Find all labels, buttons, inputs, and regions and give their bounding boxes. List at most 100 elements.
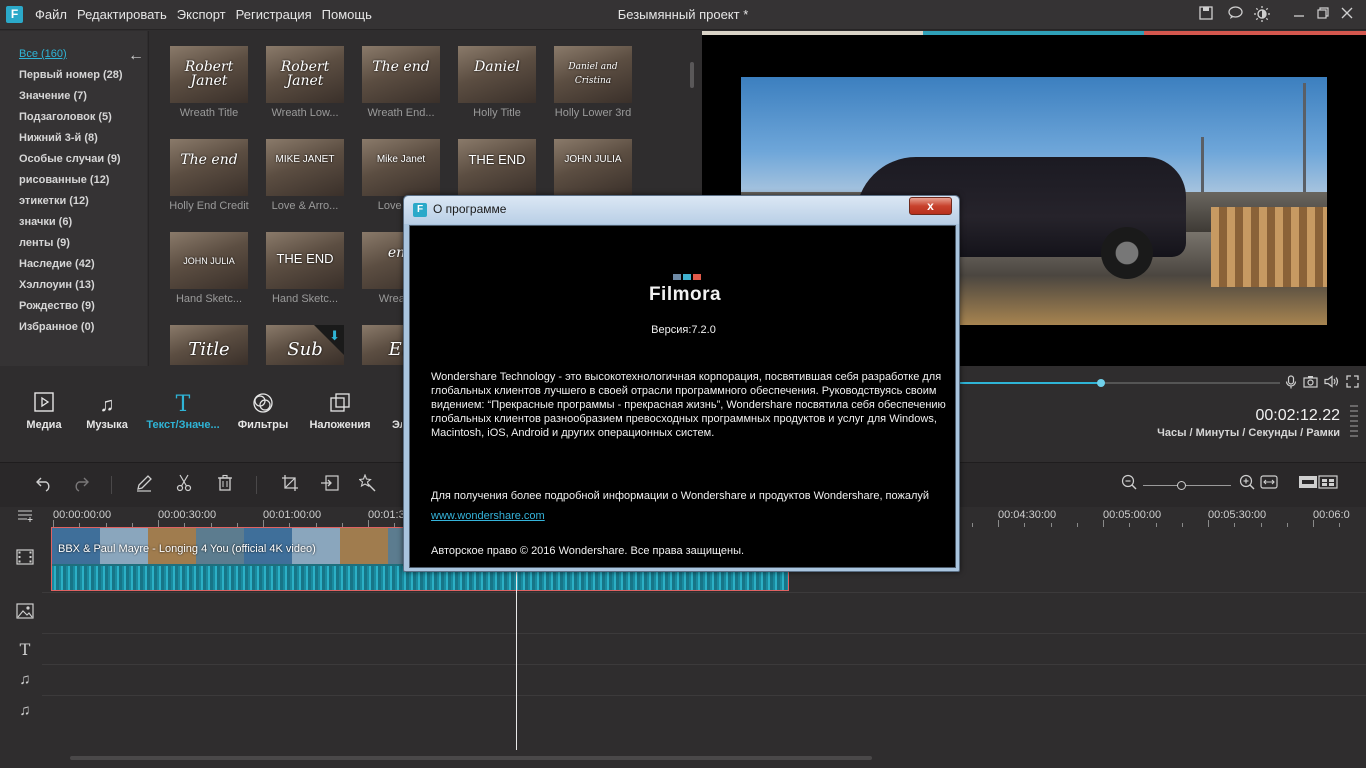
fit-timeline-icon[interactable] bbox=[1258, 474, 1280, 496]
thumbnail-scrollbar[interactable] bbox=[690, 62, 694, 88]
filmora-app-icon: F bbox=[413, 203, 427, 217]
thumbnail-holly-title[interactable]: Daniel bbox=[458, 46, 536, 103]
zoom-slider-track[interactable] bbox=[1143, 485, 1231, 486]
close-icon[interactable] bbox=[1338, 6, 1356, 24]
delete-trash-icon[interactable] bbox=[214, 474, 236, 496]
zoom-in-icon[interactable] bbox=[1236, 474, 1258, 496]
zoom-out-icon[interactable] bbox=[1118, 474, 1140, 496]
category-special-occasions[interactable]: Особые случаи (9) bbox=[19, 153, 121, 165]
music-track-2-icon: ♫ bbox=[19, 702, 31, 719]
panel-resize-handle[interactable] bbox=[1350, 405, 1358, 437]
thumbnail-overlay-text: The end bbox=[180, 152, 238, 168]
menu-edit[interactable]: Редактировать bbox=[72, 0, 172, 30]
ruler-tick-mark bbox=[1129, 523, 1130, 527]
menu-register[interactable]: Регистрация bbox=[231, 0, 317, 30]
volume-icon[interactable] bbox=[1324, 375, 1339, 391]
ruler-tick-mark bbox=[1024, 523, 1025, 527]
thumbnail-john-julia[interactable]: JOHN JULIA bbox=[554, 139, 632, 196]
music-icon: ♫ bbox=[99, 394, 115, 416]
edit-pencil-icon[interactable] bbox=[133, 474, 155, 496]
thumbnail-holly-end-credit[interactable]: The end bbox=[170, 139, 248, 196]
text-icon: T bbox=[175, 392, 191, 417]
menu-bar: Файл Редактировать Экспорт Регистрация П… bbox=[30, 0, 377, 30]
fullscreen-icon[interactable] bbox=[1346, 375, 1359, 391]
category-first-number[interactable]: Первый номер (28) bbox=[19, 69, 123, 81]
crop-icon[interactable] bbox=[279, 474, 301, 496]
playback-progress-handle[interactable] bbox=[1097, 379, 1105, 387]
timecode-units-label: Часы / Минуты / Секунды / Рамки bbox=[1157, 427, 1340, 439]
ruler-tick-label: 00:00:00:00 bbox=[53, 509, 112, 521]
thumbnail-wreath-title[interactable]: Robert Janet bbox=[170, 46, 248, 103]
undo-icon[interactable] bbox=[33, 474, 55, 496]
thumbnail-overlay-text: THE END bbox=[276, 251, 334, 266]
split-scissors-icon[interactable] bbox=[173, 474, 195, 496]
snapshot-icon[interactable] bbox=[1303, 375, 1318, 391]
title-bar: F Файл Редактировать Экспорт Регистрация… bbox=[0, 0, 1366, 30]
tab-elements[interactable]: Эл bbox=[362, 392, 402, 431]
ruler-tick-mark bbox=[1234, 523, 1235, 527]
music-track-icon: ♫ bbox=[19, 671, 31, 688]
thumbnail-hand-sketch-1[interactable]: JOHN JULIA bbox=[170, 232, 248, 289]
dialog-close-button[interactable]: x bbox=[909, 197, 952, 215]
copyright-text: Авторское право © 2016 Wondershare. Все … bbox=[431, 545, 745, 557]
category-labels[interactable]: этикетки (12) bbox=[19, 195, 89, 207]
menu-file[interactable]: Файл bbox=[30, 0, 72, 30]
effects-icon[interactable] bbox=[357, 473, 379, 496]
save-icon[interactable] bbox=[1197, 6, 1215, 24]
ruler-tick-label: 00:05:30:00 bbox=[1208, 509, 1267, 521]
tab-text[interactable]: T Текст/Значе... bbox=[143, 392, 223, 431]
ruler-tick-mark bbox=[158, 520, 159, 527]
ruler-tick-mark bbox=[1313, 520, 1314, 527]
category-meaning[interactable]: Значение (7) bbox=[19, 90, 87, 102]
category-favorites[interactable]: Избранное (0) bbox=[19, 321, 94, 333]
category-badges[interactable]: значки (6) bbox=[19, 216, 72, 228]
preview-color-bar bbox=[1144, 31, 1366, 35]
zoom-slider-handle[interactable] bbox=[1177, 481, 1186, 490]
category-christmas[interactable]: Рождество (9) bbox=[19, 300, 95, 312]
ruler-tick-mark bbox=[972, 523, 973, 527]
thumbnail-holly-lower-3rd[interactable]: Daniel and Cristina bbox=[554, 46, 632, 103]
timeline-horizontal-scrollbar[interactable] bbox=[70, 756, 872, 760]
dialog-title: О программе bbox=[433, 202, 507, 216]
transition-icon[interactable] bbox=[319, 474, 341, 496]
category-legacy[interactable]: Наследие (42) bbox=[19, 258, 95, 270]
thumbnail-the-end[interactable]: THE END bbox=[458, 139, 536, 196]
thumbnail-title-4[interactable]: Title bbox=[170, 325, 248, 365]
thumbnail-label: Wreath Title bbox=[179, 107, 239, 119]
logo-square bbox=[693, 274, 701, 280]
menu-help[interactable]: Помощь bbox=[317, 0, 377, 30]
thumbnail-wreath-lower[interactable]: Robert Janet bbox=[266, 46, 344, 103]
thumbnail-hand-sketch-2[interactable]: THE END bbox=[266, 232, 344, 289]
dialog-title-bar[interactable]: F О программе x bbox=[404, 196, 959, 224]
category-hand-drawn[interactable]: рисованные (12) bbox=[19, 174, 109, 186]
wondershare-link[interactable]: www.wondershare.com bbox=[431, 510, 545, 522]
category-ribbons[interactable]: ленты (9) bbox=[19, 237, 70, 249]
track-settings-icon[interactable] bbox=[15, 508, 35, 528]
thumbnail-label: Hand Sketc... bbox=[271, 293, 339, 305]
preview-color-bar bbox=[702, 31, 923, 35]
chat-icon[interactable] bbox=[1226, 6, 1244, 24]
thumbnail-sub-4[interactable]: Sub ⬇ bbox=[266, 325, 344, 365]
thumbnail-love-2[interactable]: Mike Janet bbox=[362, 139, 440, 196]
download-icon[interactable]: ⬇ bbox=[329, 328, 340, 344]
tab-filters[interactable]: Фильтры bbox=[223, 392, 303, 431]
minimize-icon[interactable] bbox=[1290, 6, 1308, 24]
microphone-icon[interactable] bbox=[1285, 375, 1297, 392]
tab-music[interactable]: ♫ Музыка bbox=[67, 392, 147, 431]
menu-export[interactable]: Экспорт bbox=[172, 0, 231, 30]
timeline-view-toggle-icon[interactable] bbox=[1298, 474, 1338, 496]
ruler-tick-label: 00:00:30:00 bbox=[158, 509, 217, 521]
category-subtitle[interactable]: Подзаголовок (5) bbox=[19, 111, 112, 123]
category-all[interactable]: Все (160) bbox=[19, 48, 67, 60]
window-title: Безымянный проект * bbox=[617, 7, 749, 22]
back-arrow-icon[interactable]: ← bbox=[128, 47, 144, 65]
thumbnail-wreath-end[interactable]: The end bbox=[362, 46, 440, 103]
redo-icon[interactable] bbox=[70, 474, 92, 496]
video-track-icon bbox=[15, 549, 35, 569]
restore-icon[interactable] bbox=[1314, 6, 1332, 24]
thumbnail-overlay-text: Daniel bbox=[474, 59, 520, 75]
thumbnail-love-arrow[interactable]: MIKE JANET bbox=[266, 139, 344, 196]
brightness-icon[interactable] bbox=[1253, 6, 1271, 24]
category-halloween[interactable]: Хэллоуин (13) bbox=[19, 279, 95, 291]
category-lower-third[interactable]: Нижний 3-й (8) bbox=[19, 132, 98, 144]
